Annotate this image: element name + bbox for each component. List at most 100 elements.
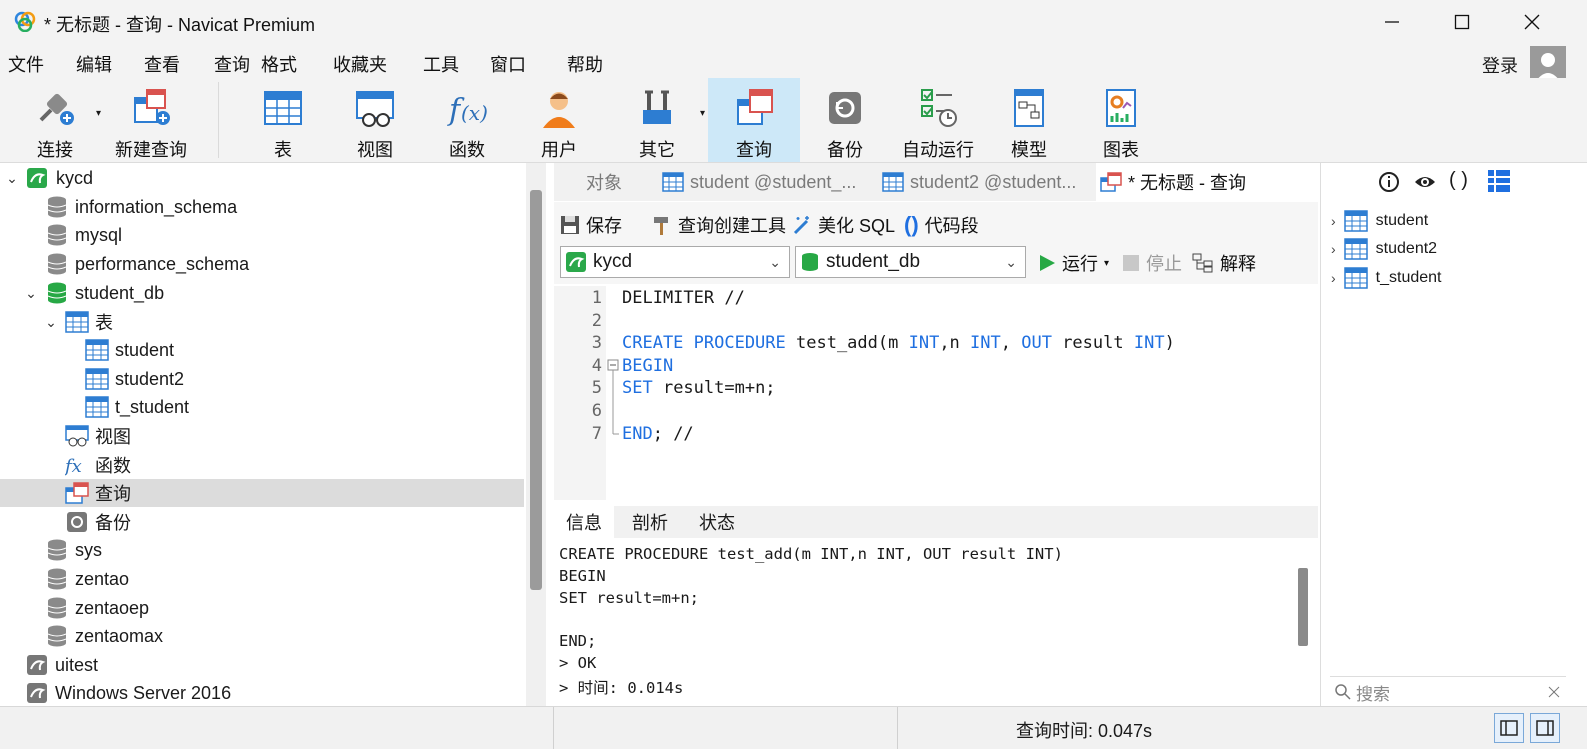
tab-status[interactable]: 状态 bbox=[686, 506, 748, 538]
tab-profile[interactable]: 剖析 bbox=[616, 506, 684, 538]
tree-db-performance-schema[interactable]: performance_schema bbox=[0, 250, 524, 278]
menu-window[interactable]: 窗口 bbox=[490, 51, 526, 77]
explain-button[interactable]: 解释 bbox=[1192, 250, 1256, 276]
tree-db-mysql[interactable]: mysql bbox=[0, 221, 524, 249]
tab-student2[interactable]: student2 @student... bbox=[878, 163, 1094, 201]
query-builder-label: 查询创建工具 bbox=[678, 216, 786, 236]
close-button[interactable] bbox=[1497, 0, 1567, 44]
eye-icon[interactable] bbox=[1413, 171, 1437, 193]
tree-db-zentaoep[interactable]: zentaoep bbox=[0, 594, 524, 622]
code-snippet-button[interactable]: () 代码段 bbox=[904, 212, 979, 238]
object-search-input[interactable]: 搜索 bbox=[1330, 676, 1566, 707]
view-button[interactable]: 视图 bbox=[332, 78, 418, 162]
tree-group-views[interactable]: 视图 bbox=[0, 422, 524, 450]
model-button[interactable]: 模型 bbox=[986, 78, 1072, 162]
menu-query[interactable]: 查询 bbox=[214, 51, 250, 77]
auto-run-button[interactable]: 自动运行 bbox=[896, 78, 980, 162]
result-scrollbar-thumb[interactable] bbox=[1298, 568, 1308, 646]
query-builder-button[interactable]: 查询创建工具 bbox=[652, 212, 786, 238]
tree-connection-windows-server[interactable]: Windows Server 2016 bbox=[0, 679, 524, 707]
chevron-right-icon[interactable]: › bbox=[1331, 270, 1336, 286]
minimize-button[interactable] bbox=[1357, 0, 1427, 44]
save-label: 保存 bbox=[586, 216, 622, 236]
clear-search-icon[interactable] bbox=[1548, 686, 1560, 698]
tab-objects[interactable]: 对象 bbox=[554, 163, 654, 201]
menu-view[interactable]: 查看 bbox=[144, 51, 180, 77]
new-query-button[interactable]: 新建查询 bbox=[110, 78, 192, 162]
function-icon: f (x) bbox=[447, 93, 488, 128]
tree-table-t-student[interactable]: t_student bbox=[0, 393, 524, 421]
table-icon bbox=[882, 172, 904, 192]
save-button[interactable]: 保存 bbox=[560, 212, 622, 238]
chevron-down-icon[interactable]: ⌄ bbox=[4, 170, 20, 187]
mysql-connection-icon bbox=[27, 683, 47, 703]
tree-db-zentao[interactable]: zentao bbox=[0, 565, 524, 593]
beautify-sql-button[interactable]: 美化 SQL bbox=[792, 212, 895, 238]
rp-table-student[interactable]: › student bbox=[1331, 207, 1428, 235]
tree-scrollbar-thumb[interactable] bbox=[530, 190, 542, 590]
menu-edit[interactable]: 编辑 bbox=[76, 51, 112, 77]
tree-table-student2[interactable]: student2 bbox=[0, 365, 524, 393]
tree-db-information-schema[interactable]: information_schema bbox=[0, 193, 524, 221]
tree-group-queries[interactable]: 查询 bbox=[0, 479, 524, 507]
run-label: 运行 bbox=[1062, 254, 1098, 274]
database-select[interactable]: student_db ⌄ bbox=[795, 246, 1026, 278]
model-label: 模型 bbox=[1011, 140, 1047, 160]
tab-untitled-query[interactable]: * 无标题 - 查询 bbox=[1096, 163, 1318, 201]
menu-favorites[interactable]: 收藏夹 bbox=[333, 51, 387, 77]
tree-group-backups[interactable]: 备份 bbox=[0, 508, 524, 536]
tree-db-zentaomax[interactable]: zentaomax bbox=[0, 622, 524, 650]
rp-table-student2[interactable]: › student2 bbox=[1331, 235, 1437, 263]
connect-button[interactable]: 连接 bbox=[10, 78, 100, 162]
user-button[interactable]: 用户 bbox=[516, 78, 602, 162]
result-message-panel[interactable]: CREATE PROCEDURE test_add(m INT,n INT, O… bbox=[554, 540, 1294, 706]
other-dropdown-icon[interactable]: ▾ bbox=[700, 108, 705, 119]
tree-group-functions[interactable]: fx 函数 bbox=[0, 451, 524, 479]
table-icon bbox=[1343, 267, 1368, 289]
tree-db-student-db[interactable]: ⌄ student_db bbox=[0, 279, 524, 307]
menu-tools[interactable]: 工具 bbox=[423, 51, 459, 77]
menu-file[interactable]: 文件 bbox=[8, 51, 44, 77]
database-icon bbox=[47, 597, 67, 619]
menu-format[interactable]: 格式 bbox=[261, 51, 297, 77]
tree-connection-uitest[interactable]: uitest bbox=[0, 651, 524, 679]
chevron-down-icon[interactable]: ⌄ bbox=[43, 314, 59, 331]
tree-connection-kycd[interactable]: ⌄ kycd bbox=[0, 164, 524, 192]
chevron-right-icon[interactable]: › bbox=[1331, 241, 1336, 257]
line-number: 6 bbox=[591, 401, 602, 421]
tree-table-student[interactable]: student bbox=[0, 336, 524, 364]
chevron-right-icon[interactable]: › bbox=[1331, 213, 1336, 229]
toggle-right-panel-button[interactable] bbox=[1530, 713, 1560, 743]
tree-group-tables[interactable]: ⌄ 表 bbox=[0, 308, 524, 336]
connection-select[interactable]: kycd ⌄ bbox=[560, 246, 790, 278]
chart-button[interactable]: 图表 bbox=[1078, 78, 1164, 162]
menu-help[interactable]: 帮助 bbox=[567, 51, 603, 77]
login-link[interactable]: 登录 bbox=[1482, 52, 1518, 78]
run-dropdown-icon[interactable]: ▾ bbox=[1104, 258, 1109, 269]
grid-view-icon[interactable] bbox=[1487, 169, 1511, 193]
ddl-parentheses-icon[interactable]: ( ) bbox=[1449, 169, 1468, 192]
backup-icon bbox=[67, 512, 87, 532]
backup-button[interactable]: 备份 bbox=[800, 78, 890, 162]
stop-button[interactable]: 停止 bbox=[1122, 250, 1182, 276]
connect-dropdown-icon[interactable]: ▾ bbox=[96, 108, 101, 119]
toggle-left-panel-button[interactable] bbox=[1494, 713, 1524, 743]
chevron-down-icon[interactable]: ⌄ bbox=[23, 285, 39, 302]
tab-info[interactable]: 信息 bbox=[554, 506, 614, 538]
table-button[interactable]: 表 bbox=[240, 78, 326, 162]
maximize-button[interactable] bbox=[1427, 0, 1497, 44]
rp-table-label: t_student bbox=[1375, 269, 1442, 286]
fold-marker-icon[interactable] bbox=[606, 358, 622, 438]
tree-db-sys[interactable]: sys bbox=[0, 536, 524, 564]
code-line-4: BEGIN bbox=[622, 356, 673, 376]
query-label: 查询 bbox=[736, 140, 772, 160]
sql-editor[interactable]: 1 2 3 4 5 6 7 DELIMITER // CREATE PROCED… bbox=[554, 286, 1316, 500]
info-icon[interactable] bbox=[1378, 171, 1400, 193]
rp-table-t-student[interactable]: › t_student bbox=[1331, 264, 1442, 292]
tree-label: 查询 bbox=[95, 484, 131, 504]
run-button[interactable]: 运行 ▾ bbox=[1038, 250, 1109, 276]
tab-student[interactable]: student @student_... bbox=[658, 163, 874, 201]
other-button[interactable]: 其它 bbox=[612, 78, 702, 162]
query-button[interactable]: 查询 bbox=[708, 78, 800, 162]
function-button[interactable]: f (x) 函数 bbox=[424, 78, 510, 162]
